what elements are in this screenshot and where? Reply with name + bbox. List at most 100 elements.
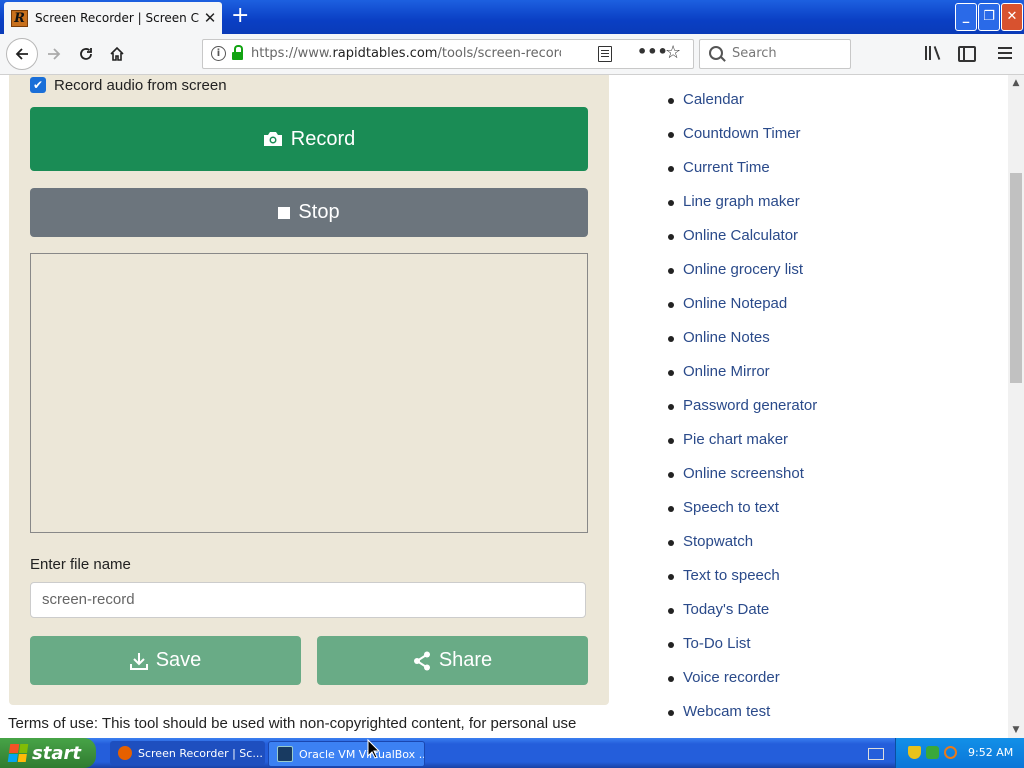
tool-link[interactable]: Online grocery list [683, 261, 803, 278]
stop-button-label: Stop [298, 201, 340, 223]
share-button[interactable]: Share [317, 636, 588, 685]
firefox-icon [118, 746, 132, 760]
start-label: start [32, 742, 81, 764]
bullet-icon [668, 268, 674, 274]
record-button[interactable]: Record [30, 107, 588, 171]
network-icon[interactable] [926, 746, 939, 759]
record-audio-label: Record audio from screen [54, 76, 227, 94]
tool-link[interactable]: Pie chart maker [683, 431, 788, 448]
browser-title-bar: R Screen Recorder | Screen Cast Or ✕ + _… [0, 0, 1024, 34]
tool-link[interactable]: Online Mirror [683, 363, 770, 380]
lock-icon[interactable] [232, 45, 243, 61]
tool-link[interactable]: Online Calculator [683, 227, 798, 244]
taskbar-item-browser[interactable]: Screen Recorder | Sc... [110, 741, 265, 765]
scrollbar-thumb[interactable] [1010, 173, 1022, 383]
bullet-icon [668, 608, 674, 614]
url-path: /tools/screen-recorder.h [437, 46, 561, 61]
record-audio-option[interactable]: ✔ Record audio from screen [30, 75, 227, 95]
tool-link[interactable]: Online Notes [683, 329, 770, 346]
bullet-icon [668, 574, 674, 580]
bullet-icon [668, 132, 674, 138]
search-tray-icon[interactable] [944, 746, 957, 759]
tool-link[interactable]: Calendar [683, 91, 744, 108]
taskbar-item-label: Oracle VM VirtualBox ... [299, 747, 425, 761]
tool-link[interactable]: Online screenshot [683, 465, 804, 482]
mouse-cursor-icon [367, 738, 381, 759]
back-button[interactable] [6, 38, 38, 70]
tool-link[interactable]: Today's Date [683, 601, 769, 618]
windows-logo-icon [7, 744, 29, 762]
browser-nav-bar: i https://www.rapidtables.com/tools/scre… [0, 34, 1024, 75]
record-audio-checkbox[interactable]: ✔ [30, 77, 46, 93]
system-tray: 9:52 AM [895, 738, 1024, 768]
taskbar-item-label: Screen Recorder | Sc... [138, 746, 263, 760]
tool-link[interactable]: Webcam test [683, 703, 770, 720]
camera-icon [263, 132, 282, 146]
home-button[interactable] [103, 40, 131, 68]
bullet-icon [668, 438, 674, 444]
file-name-label: Enter file name [30, 556, 131, 573]
stop-icon [278, 206, 291, 219]
bullet-icon [668, 642, 674, 648]
download-icon [129, 652, 148, 670]
site-favicon-icon: R [11, 9, 28, 27]
tool-link[interactable]: Password generator [683, 397, 817, 414]
new-tab-button[interactable]: + [231, 4, 249, 28]
sidebar-icon[interactable] [958, 46, 976, 62]
info-icon[interactable]: i [211, 46, 226, 61]
home-icon [110, 46, 124, 61]
forward-button[interactable] [40, 40, 68, 68]
bullet-icon [668, 676, 674, 682]
tool-link[interactable]: Stopwatch [683, 533, 753, 550]
bullet-icon [668, 710, 674, 716]
stop-button[interactable]: Stop [30, 188, 588, 237]
record-button-label: Record [290, 127, 356, 150]
taskbar-item-virtualbox[interactable]: Oracle VM VirtualBox ... [268, 741, 425, 767]
bullet-icon [668, 540, 674, 546]
bullet-icon [668, 302, 674, 308]
page-actions-icon[interactable]: ••• [637, 42, 668, 61]
scroll-up-arrow-icon[interactable]: ▲ [1008, 75, 1024, 91]
tool-link[interactable]: Voice recorder [683, 669, 780, 686]
reload-button[interactable] [72, 40, 100, 68]
windows-taskbar: start Screen Recorder | Sc... Oracle VM … [0, 738, 1024, 768]
tool-link[interactable]: To-Do List [683, 635, 751, 652]
tool-link[interactable]: Speech to text [683, 499, 779, 516]
tab-title: Screen Recorder | Screen Cast Or [35, 11, 199, 25]
bullet-icon [668, 404, 674, 410]
terms-of-use-text: Terms of use: This tool should be used w… [8, 715, 577, 732]
bullet-icon [668, 506, 674, 512]
video-preview[interactable] [30, 253, 588, 533]
page-viewport: ✔ Record audio from screen Record Stop E… [0, 75, 1008, 738]
scroll-down-arrow-icon[interactable]: ▼ [1008, 722, 1024, 738]
tool-link[interactable]: Online Notepad [683, 295, 787, 312]
tool-link[interactable]: Text to speech [683, 567, 780, 584]
url-domain: rapidtables.com [332, 46, 438, 61]
window-minimize-button[interactable]: _ [955, 3, 977, 31]
tab-close-icon[interactable]: ✕ [203, 9, 217, 27]
browser-tab[interactable]: R Screen Recorder | Screen Cast Or ✕ [4, 2, 222, 34]
save-button[interactable]: Save [30, 636, 301, 685]
window-close-button[interactable]: ✕ [1001, 3, 1023, 31]
arrow-left-icon [15, 48, 28, 60]
tool-link[interactable]: Line graph maker [683, 193, 800, 210]
address-bar[interactable]: i https://www.rapidtables.com/tools/scre… [202, 39, 694, 69]
library-icon[interactable] [925, 46, 943, 62]
page-scrollbar[interactable]: ▲ ▼ [1008, 75, 1024, 738]
menu-icon[interactable] [998, 47, 1012, 49]
clock[interactable]: 9:52 AM [968, 746, 1013, 759]
bookmark-star-icon[interactable]: ☆ [665, 42, 681, 63]
security-shield-icon[interactable] [908, 746, 921, 759]
start-button[interactable]: start [0, 738, 96, 768]
tool-link[interactable]: Countdown Timer [683, 125, 801, 142]
window-maximize-button[interactable]: ❐ [978, 3, 1000, 31]
url-text[interactable]: https://www.rapidtables.com/tools/screen… [251, 46, 561, 61]
keyboard-icon[interactable] [868, 748, 884, 760]
search-input[interactable]: Search [699, 39, 851, 69]
search-icon [709, 46, 723, 60]
tool-link[interactable]: Current Time [683, 159, 770, 176]
file-name-input[interactable]: screen-record [30, 582, 586, 618]
url-prefix: https://www. [251, 46, 333, 61]
reader-view-icon[interactable] [598, 46, 612, 62]
save-button-label: Save [155, 649, 202, 671]
